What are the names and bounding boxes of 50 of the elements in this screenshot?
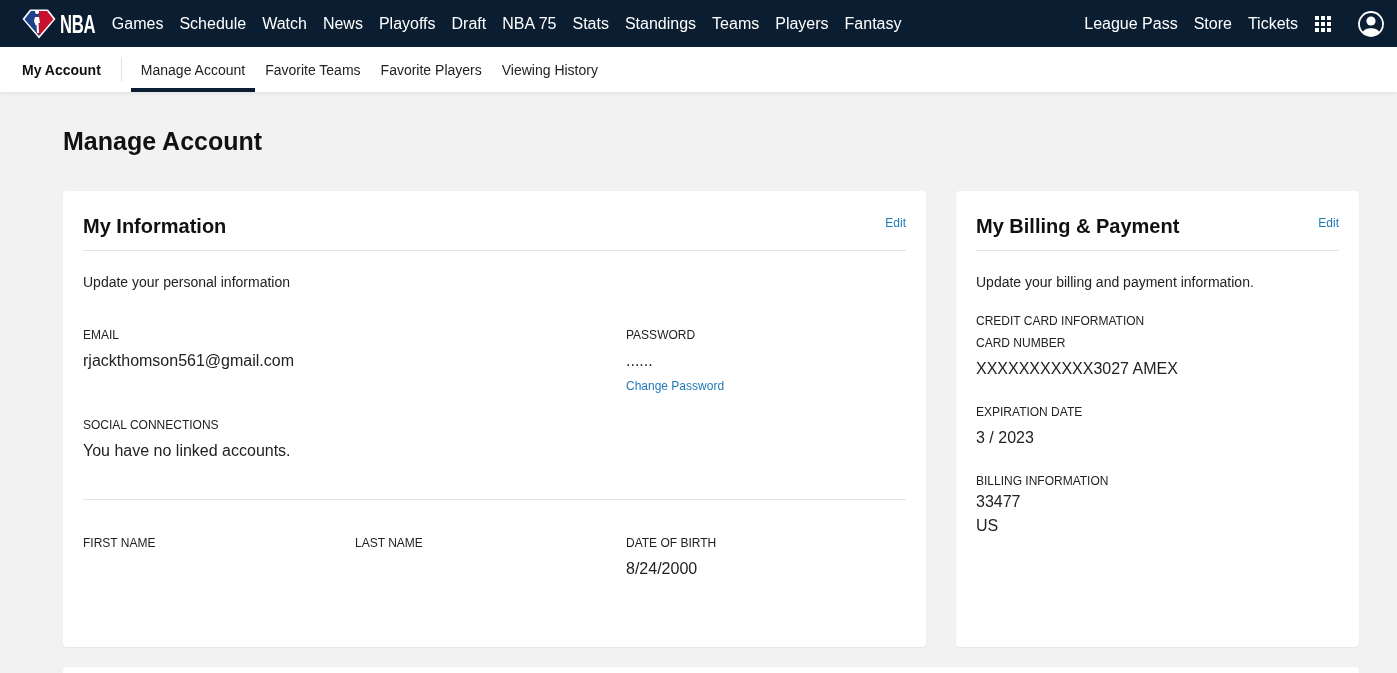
field-value: US <box>976 516 1000 536</box>
change-password-link[interactable]: Change Password <box>626 378 725 394</box>
nav-link[interactable]: Fantasy <box>844 12 902 35</box>
nav-link[interactable]: Standings <box>624 12 697 35</box>
nav-link[interactable]: Teams <box>712 12 760 35</box>
card-title: My Information <box>83 214 227 238</box>
field-label: EMAIL <box>83 327 120 343</box>
card-description: Update your billing and payment information. <box>976 273 1255 292</box>
card-title: My Billing & Payment <box>976 214 1180 238</box>
card-description: Update your personal information <box>83 273 291 292</box>
account-tab[interactable]: Viewing History <box>491 47 608 92</box>
field-label: FIRST NAME <box>83 535 157 551</box>
field-value: rjackthomson561@gmail.com <box>83 351 295 371</box>
field-heading: CREDIT CARD INFORMATION <box>976 313 1146 329</box>
nav-link[interactable]: Players <box>775 12 829 35</box>
field-value: ...... <box>626 351 654 371</box>
field-value: You have no linked accounts. <box>83 441 292 461</box>
account-tab[interactable]: Favorite Players <box>370 47 492 92</box>
nav-link[interactable]: Playoffs <box>378 12 436 35</box>
field-value: 8/24/2000 <box>626 559 699 579</box>
edit-link[interactable]: Edit <box>1318 215 1339 231</box>
page-title: Manage Account <box>63 126 264 156</box>
nav-link[interactable]: Tickets <box>1247 12 1298 35</box>
nav-link[interactable]: Store <box>1193 12 1232 35</box>
home-logo-link[interactable]: NBA <box>22 8 96 39</box>
account-tab[interactable]: Favorite Teams <box>255 47 371 92</box>
nav-link[interactable]: League Pass <box>1084 12 1178 35</box>
field-value: 33477 <box>976 492 1022 512</box>
nav-link[interactable]: Schedule <box>179 12 247 35</box>
nav-link[interactable]: NBA 75 <box>502 12 557 35</box>
field-label: BILLING INFORMATION <box>976 473 1110 489</box>
user-avatar-icon[interactable] <box>1358 10 1384 37</box>
field-label: LAST NAME <box>355 535 424 551</box>
nav-link[interactable]: Games <box>111 12 164 35</box>
nav-link[interactable]: Stats <box>572 12 609 35</box>
field-label: SOCIAL CONNECTIONS <box>83 417 220 433</box>
account-tab[interactable]: Manage Account <box>130 47 256 92</box>
field-label: EXPIRATION DATE <box>976 404 1084 420</box>
field-label: DATE OF BIRTH <box>626 535 718 551</box>
apps-grid-icon[interactable] <box>1315 15 1331 32</box>
field-label: PASSWORD <box>626 327 697 343</box>
field-value: XXXXXXXXXXX3027 AMEX <box>976 359 1179 379</box>
nav-link[interactable]: News <box>322 12 363 35</box>
nav-link[interactable]: Draft <box>451 12 487 35</box>
shield-logo-icon <box>22 8 56 39</box>
field-value: 3 / 2023 <box>976 428 1035 448</box>
edit-link[interactable]: Edit <box>885 215 906 231</box>
section-title: My Account <box>22 61 101 78</box>
nav-link[interactable]: Watch <box>262 12 307 35</box>
field-label: CARD NUMBER <box>976 335 1067 351</box>
